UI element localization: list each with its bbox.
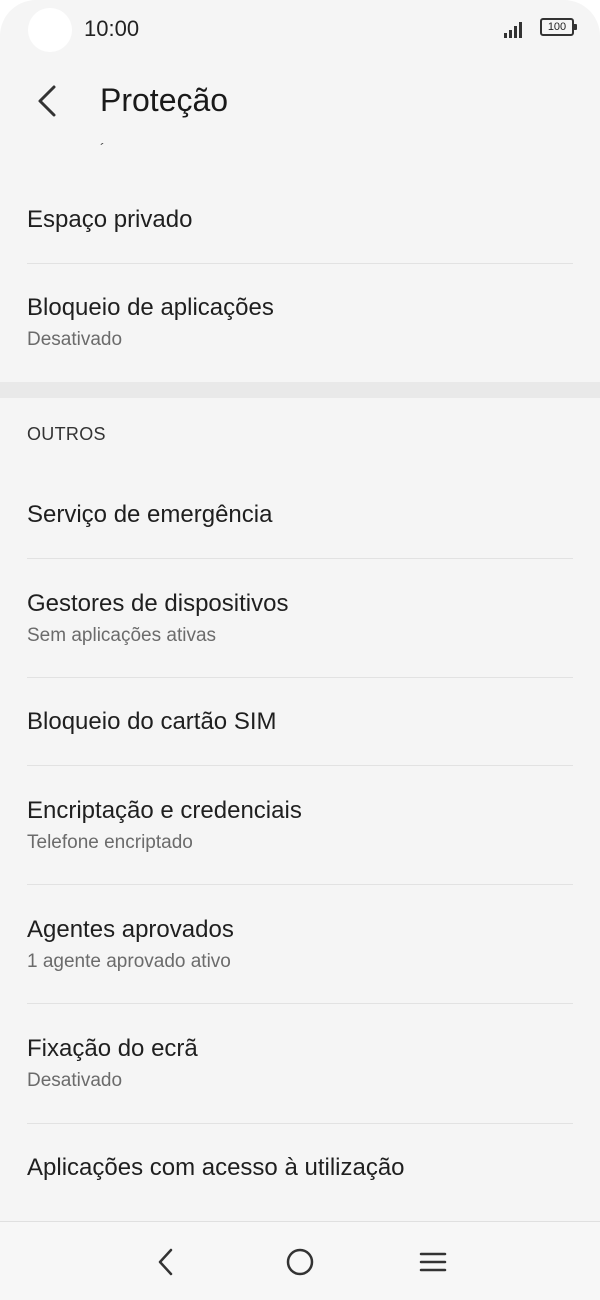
nav-menu-icon (419, 1252, 447, 1272)
back-arrow-icon (38, 85, 56, 117)
list-item-usage-access[interactable]: Aplicações com acesso à utilização (0, 1124, 600, 1212)
list-item-emergency-service[interactable]: Serviço de emergência (0, 470, 600, 559)
navigation-bar (0, 1221, 600, 1300)
item-title: Fixação do ecrã (27, 1035, 198, 1062)
signal-icon (504, 22, 524, 38)
section-separator (0, 382, 600, 398)
item-title: Espaço privado (27, 205, 193, 233)
item-title: Gestores de dispositivos (27, 589, 289, 617)
item-title: Encriptação e credenciais (27, 796, 302, 824)
item-subtitle: 1 agente aprovado ativo (27, 950, 231, 972)
back-button[interactable] (22, 76, 72, 126)
list-item-sim-lock[interactable]: Bloqueio do cartão SIM (0, 678, 600, 766)
nav-back-button[interactable] (144, 1240, 188, 1284)
camera-cutout (28, 8, 72, 52)
list-item-screen-pinning[interactable]: Fixação do ecrã Desativado (0, 1004, 600, 1124)
item-title: Serviço de emergência (27, 500, 273, 528)
item-subtitle: Desativado (27, 1070, 123, 1091)
screen: 10:00 100 Proteção ´ Espaço privado Bloq… (0, 0, 600, 1300)
battery-icon: 100 (540, 18, 577, 36)
item-subtitle: Telefone encriptado (27, 831, 193, 853)
nav-home-icon (286, 1248, 314, 1276)
nav-back-icon (158, 1248, 173, 1276)
item-title: Bloqueio do cartão SIM (27, 708, 277, 735)
list-item-private-space[interactable]: Espaço privado (0, 175, 600, 264)
app-header: Proteção (0, 70, 600, 134)
page-title: Proteção (100, 82, 229, 118)
item-subtitle: Desativado (27, 329, 123, 350)
item-subtitle: Sem aplicações ativas (27, 624, 217, 646)
section-header-outros: OUTROS (27, 423, 106, 444)
item-title: Agentes aprovados (27, 915, 234, 943)
item-title: Bloqueio de aplicações (27, 294, 274, 321)
list-item-device-admins[interactable]: Gestores de dispositivos Sem aplicações … (0, 559, 600, 678)
status-time: 10:00 (84, 16, 140, 41)
settings-list: Espaço privado Bloqueio de aplicações De… (0, 175, 600, 1212)
list-item-encryption[interactable]: Encriptação e credenciais Telefone encri… (0, 766, 600, 885)
nav-home-button[interactable] (278, 1240, 322, 1284)
list-item-trust-agents[interactable]: Agentes aprovados 1 agente aprovado ativ… (0, 885, 600, 1004)
list-item-app-lock[interactable]: Bloqueio de aplicações Desativado (0, 264, 600, 382)
scrolled-text-fragment: ´ (100, 140, 105, 156)
nav-menu-button[interactable] (411, 1240, 455, 1284)
item-title: Aplicações com acesso à utilização (27, 1154, 405, 1181)
status-bar: 10:00 100 (0, 0, 600, 56)
